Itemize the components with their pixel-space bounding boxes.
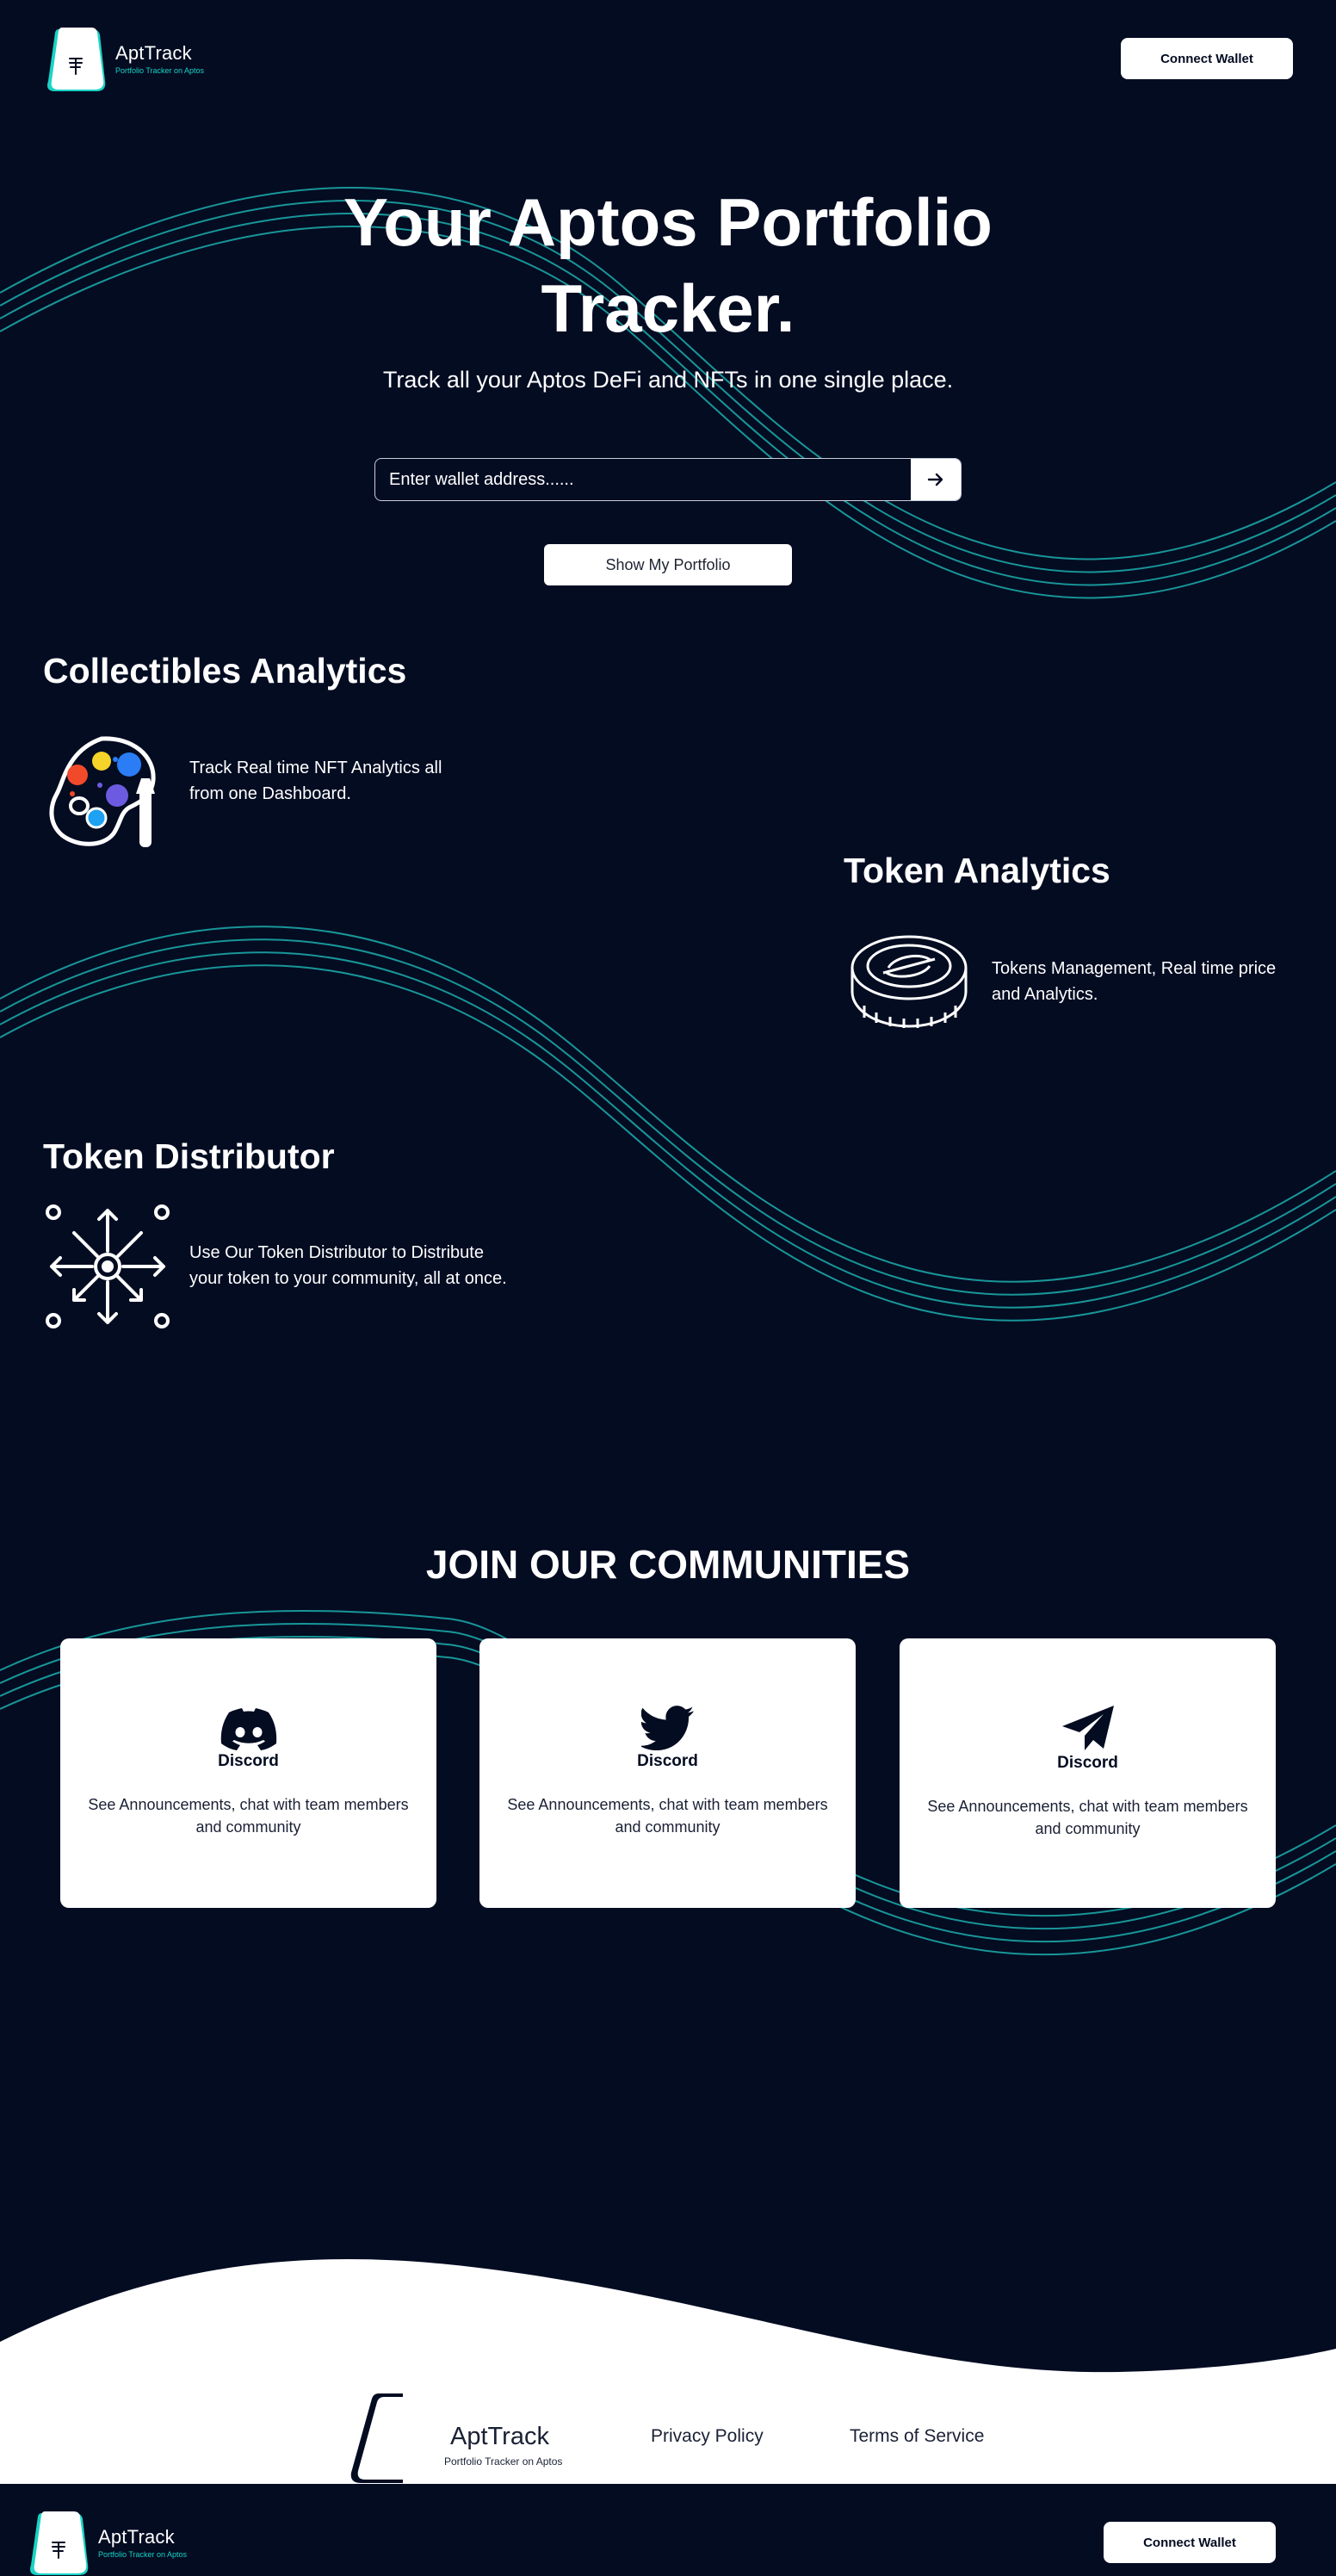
hero-title-line1: Your Aptos Portfolio	[343, 184, 993, 260]
community-card-telegram-name: Discord	[1057, 1754, 1118, 1772]
hero-subtitle: Track all your Aptos DeFi and NFTs in on…	[382, 367, 954, 393]
feature-desc-token-analytics-line1: Tokens Management, Real time price	[992, 959, 1277, 978]
community-card-discord-name: Discord	[218, 1752, 279, 1770]
feature-desc-token-distributor: Use Our Token Distributor to Distribute …	[189, 1240, 507, 1291]
bottom-logo-mark-icon	[30, 2511, 89, 2575]
feature-desc-token-distributor-line1: Use Our Token Distributor to Distribute	[189, 1243, 484, 1262]
bottom-bar: AptTrack Portfolio Tracker on Aptos Conn…	[0, 2484, 1336, 2576]
palette-icon	[49, 736, 156, 847]
coin-icon	[850, 935, 968, 1028]
community-card-twitter-desc-line2: and community	[615, 1818, 721, 1836]
feature-title-collectibles: Collectibles Analytics	[43, 651, 407, 690]
feature-desc-collectibles-line2: from one Dashboard.	[189, 784, 351, 803]
communities-title: JOIN OUR COMMUNITIES	[425, 1542, 911, 1587]
wallet-address-input[interactable]	[375, 459, 911, 500]
community-card-twitter[interactable]: Discord See Announcements, chat with tea…	[479, 1638, 856, 1908]
feature-title-token-distributor: Token Distributor	[43, 1136, 335, 1176]
discord-icon	[220, 1708, 276, 1750]
community-card-telegram[interactable]: Discord See Announcements, chat with tea…	[900, 1638, 1276, 1908]
wallet-search	[374, 458, 962, 501]
bottom-brand-name: AptTrack	[98, 2526, 175, 2548]
community-card-twitter-name: Discord	[637, 1752, 698, 1770]
distribute-icon	[46, 1204, 170, 1328]
page: AptTrack Portfolio Tracker on Aptos Conn…	[0, 0, 1336, 2576]
community-card-telegram-desc: See Announcements, chat with team member…	[917, 1795, 1259, 1840]
brand-name: AptTrack	[115, 42, 192, 64]
footer-brand-tagline: Portfolio Tracker on Aptos	[444, 2455, 563, 2468]
feature-desc-token-analytics-line2: and Analytics.	[992, 985, 1098, 1004]
hero-title: Your Aptos Portfolio Tracker.	[0, 179, 1336, 351]
site-header: AptTrack Portfolio Tracker on Aptos Conn…	[0, 0, 1336, 121]
bottom-brand-tagline: Portfolio Tracker on Aptos	[98, 2550, 188, 2559]
brand-logo[interactable]: AptTrack Portfolio Tracker on Aptos	[43, 24, 204, 93]
community-card-twitter-desc-line1: See Announcements, chat with team member…	[507, 1796, 828, 1813]
community-card-twitter-desc: See Announcements, chat with team member…	[497, 1793, 838, 1838]
logo-mark-icon	[47, 28, 106, 91]
community-card-discord-desc-line1: See Announcements, chat with team member…	[88, 1796, 409, 1813]
feature-desc-token-analytics: Tokens Management, Real time price and A…	[992, 956, 1276, 1007]
feature-desc-collectibles-line1: Track Real time NFT Analytics all	[189, 759, 442, 777]
connect-wallet-button[interactable]: Connect Wallet	[1121, 38, 1293, 79]
community-card-discord-desc-line2: and community	[195, 1818, 301, 1836]
bottom-brand-logo[interactable]: AptTrack Portfolio Tracker on Aptos	[26, 2508, 187, 2576]
search-submit-button[interactable]	[911, 459, 961, 500]
show-portfolio-button[interactable]: Show My Portfolio	[544, 544, 792, 585]
hero-title-line2: Tracker.	[541, 270, 795, 346]
arrow-right-icon	[927, 473, 943, 486]
privacy-policy-link[interactable]: Privacy Policy	[651, 2426, 764, 2447]
feature-desc-token-distributor-line2: your token to your community, all at onc…	[189, 1269, 507, 1288]
brand-tagline: Portfolio Tracker on Aptos	[115, 66, 205, 75]
feature-desc-collectibles: Track Real time NFT Analytics all from o…	[189, 755, 442, 807]
footer-wave	[0, 2259, 1336, 2484]
footer-logo-mark-icon	[350, 2393, 403, 2483]
terms-of-service-link[interactable]: Terms of Service	[850, 2426, 984, 2447]
twitter-icon	[640, 1706, 694, 1750]
community-card-discord[interactable]: Discord See Announcements, chat with tea…	[60, 1638, 436, 1908]
footer-connect-wallet-button[interactable]: Connect Wallet	[1104, 2522, 1276, 2563]
feature-title-token-analytics: Token Analytics	[844, 851, 1110, 890]
telegram-icon	[1061, 1706, 1114, 1750]
community-card-telegram-desc-line2: and community	[1035, 1820, 1141, 1837]
community-card-discord-desc: See Announcements, chat with team member…	[77, 1793, 419, 1838]
community-card-telegram-desc-line1: See Announcements, chat with team member…	[927, 1798, 1248, 1815]
footer-brand-name: AptTrack	[450, 2423, 549, 2450]
